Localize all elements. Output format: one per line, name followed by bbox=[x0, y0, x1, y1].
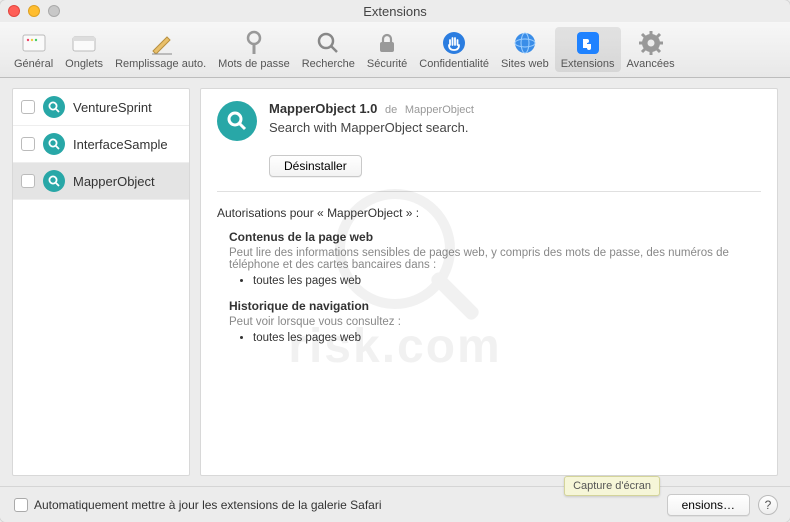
window-title: Extensions bbox=[0, 4, 790, 19]
tab-search[interactable]: Recherche bbox=[296, 27, 361, 72]
checkbox[interactable] bbox=[14, 498, 28, 512]
permission-bullet: toutes les pages web bbox=[253, 275, 761, 287]
sidebar-item-label: InterfaceSample bbox=[73, 137, 168, 152]
tab-extensions[interactable]: Extensions bbox=[555, 27, 621, 72]
tab-label: Recherche bbox=[302, 58, 355, 70]
tab-onglets[interactable]: Onglets bbox=[59, 27, 109, 72]
preferences-toolbar: Général Onglets Remplissage auto. Mots d… bbox=[0, 22, 790, 78]
sidebar-item-venturesprint[interactable]: VentureSprint bbox=[13, 89, 189, 126]
magnifier-icon bbox=[43, 170, 65, 192]
checkbox[interactable] bbox=[21, 174, 35, 188]
footer-right: ensions… ? bbox=[667, 494, 778, 516]
tab-passwords[interactable]: Mots de passe bbox=[212, 27, 296, 72]
permissions-heading: Autorisations pour « MapperObject » : bbox=[217, 206, 761, 220]
tab-label: Extensions bbox=[561, 58, 615, 70]
tab-label: Onglets bbox=[65, 58, 103, 70]
extension-detail: MapperObject 1.0 de MapperObject Search … bbox=[200, 88, 778, 476]
globe-icon bbox=[511, 29, 539, 57]
permission-desc: Peut lire des informations sensibles de … bbox=[229, 247, 761, 271]
tab-autofill[interactable]: Remplissage auto. bbox=[109, 27, 212, 72]
tab-advanced[interactable]: Avancées bbox=[621, 27, 681, 72]
window: Extensions Général Onglets Remplissage a… bbox=[0, 0, 790, 522]
permission-title: Historique de navigation bbox=[229, 299, 761, 313]
extension-header: MapperObject 1.0 de MapperObject Search … bbox=[217, 101, 761, 141]
sidebar-item-label: VentureSprint bbox=[73, 100, 152, 115]
permission-section-webcontent: Contenus de la page web Peut lire des in… bbox=[229, 230, 761, 287]
magnifier-icon bbox=[43, 133, 65, 155]
footer: Automatiquement mettre à jour les extens… bbox=[0, 486, 790, 522]
lock-icon bbox=[373, 29, 401, 57]
titlebar: Extensions bbox=[0, 0, 790, 22]
screenshot-tooltip: Capture d'écran bbox=[564, 476, 660, 496]
extension-by-prefix: de bbox=[385, 104, 397, 116]
tab-privacy[interactable]: Confidentialité bbox=[413, 27, 495, 72]
tabs-icon bbox=[70, 29, 98, 57]
permission-bullets: toutes les pages web bbox=[253, 275, 761, 287]
sidebar-item-label: MapperObject bbox=[73, 174, 155, 189]
tab-websites[interactable]: Sites web bbox=[495, 27, 555, 72]
gear-icon bbox=[637, 29, 665, 57]
checkbox[interactable] bbox=[21, 100, 35, 114]
sidebar-item-interfacesample[interactable]: InterfaceSample bbox=[13, 126, 189, 163]
puzzle-icon bbox=[574, 29, 602, 57]
permission-bullet: toutes les pages web bbox=[253, 332, 761, 344]
tab-general[interactable]: Général bbox=[8, 27, 59, 72]
content-area: VentureSprint InterfaceSample MapperObje… bbox=[0, 78, 790, 486]
hand-icon bbox=[440, 29, 468, 57]
auto-update-label: Automatiquement mettre à jour les extens… bbox=[34, 498, 382, 512]
checkbox[interactable] bbox=[21, 137, 35, 151]
extension-author: MapperObject bbox=[405, 104, 474, 116]
key-icon bbox=[240, 29, 268, 57]
extensions-sidebar: VentureSprint InterfaceSample MapperObje… bbox=[12, 88, 190, 476]
sidebar-item-mapperobject[interactable]: MapperObject bbox=[13, 163, 189, 200]
permission-title: Contenus de la page web bbox=[229, 230, 761, 244]
extension-name: MapperObject bbox=[269, 101, 356, 116]
tab-label: Confidentialité bbox=[419, 58, 489, 70]
tab-label: Général bbox=[14, 58, 53, 70]
magnifier-icon bbox=[217, 101, 257, 141]
permission-bullets: toutes les pages web bbox=[253, 332, 761, 344]
magnifier-icon bbox=[43, 96, 65, 118]
autofill-pencil-icon bbox=[147, 29, 175, 57]
divider bbox=[217, 191, 761, 192]
uninstall-row: Désinstaller bbox=[217, 155, 761, 177]
extension-title-row: MapperObject 1.0 de MapperObject bbox=[269, 101, 474, 116]
extension-description: Search with MapperObject search. bbox=[269, 120, 474, 135]
uninstall-button[interactable]: Désinstaller bbox=[269, 155, 362, 177]
tab-security[interactable]: Sécurité bbox=[361, 27, 413, 72]
tab-label: Remplissage auto. bbox=[115, 58, 206, 70]
tab-label: Avancées bbox=[627, 58, 675, 70]
general-icon bbox=[20, 29, 48, 57]
extension-version: 1.0 bbox=[359, 101, 377, 116]
more-extensions-button[interactable]: ensions… bbox=[667, 494, 750, 516]
magnifier-icon bbox=[314, 29, 342, 57]
tab-label: Mots de passe bbox=[218, 58, 290, 70]
permission-section-history: Historique de navigation Peut voir lorsq… bbox=[229, 299, 761, 344]
help-button[interactable]: ? bbox=[758, 495, 778, 515]
permission-desc: Peut voir lorsque vous consultez : bbox=[229, 316, 761, 328]
tab-label: Sécurité bbox=[367, 58, 407, 70]
tab-label: Sites web bbox=[501, 58, 549, 70]
auto-update-checkbox[interactable]: Automatiquement mettre à jour les extens… bbox=[14, 498, 382, 512]
